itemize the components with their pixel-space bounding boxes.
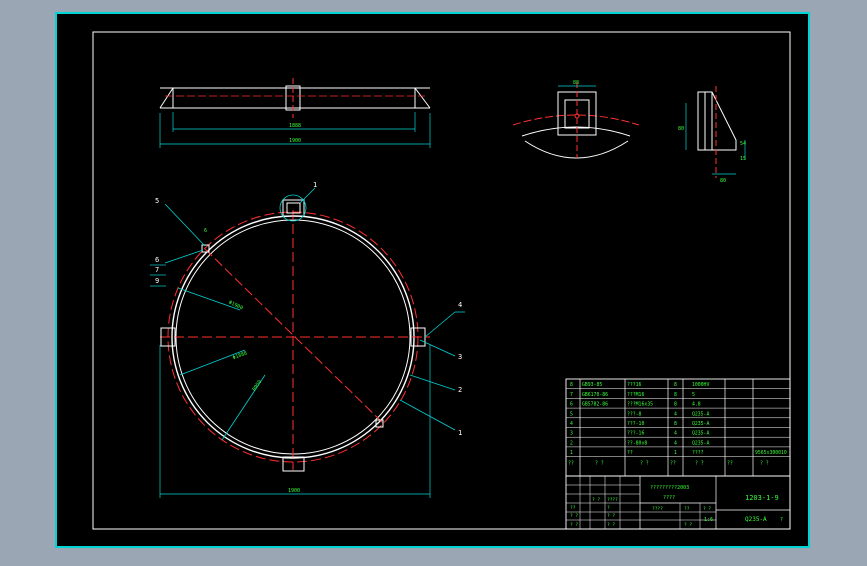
bom-cell-name: ???-10 [627,421,644,427]
bom-cell-no: 4 [570,421,573,427]
bom-header-material: ? ? [695,460,704,466]
title-cell-2: ?? [684,506,690,512]
callout-1: 1 [458,429,462,437]
callout-2: 2 [458,386,462,394]
bom-header-no: ?? [568,460,574,466]
title-cell-10: ? ? [570,522,578,528]
bom-cell-name: ???M16 [627,392,644,398]
callout-4: 4 [458,301,462,309]
title-cell-7: ? [607,505,610,511]
bom-cell-material: ???? [692,450,704,456]
bom-cell-material: 4.8 [692,402,701,408]
dim-diag: 6 [204,228,207,234]
bom-cell-name: ???-8 [627,411,642,417]
title-cell-4: ? ? [592,497,600,503]
dim-inner: 1888 [289,123,301,129]
bom-cell-name: ?? [627,450,633,456]
callout-1-top: 1 [313,181,317,189]
title-sheet: ? [780,517,783,523]
bom-header-qty: ?? [670,460,676,466]
title-cell-6: ?? [570,505,576,511]
bom-cell-qty: 4 [674,431,677,437]
title-cell-1: ???? [652,506,663,512]
bom-cell-no: 7 [570,392,573,398]
bom-cell-material: Q235-A [692,431,709,437]
bom-cell-no: 2 [570,440,573,446]
title-scale: 1:6 [704,517,713,523]
bom-cell-name: ??-80x8 [627,440,647,446]
bom-cell-name: ???M16x35 [627,402,653,408]
bom-cell-code: GB5782-86 [582,402,608,408]
bom-cell-no: 3 [570,431,573,437]
bom-cell-qty: 4 [674,440,677,446]
title-cell-8: ? ? [570,513,578,519]
cad-drawing: 1888 1900 88 80 54 15 80 1 1 2 3 4 5 6 7… [55,12,810,548]
bom-cell-no: 6 [570,402,573,408]
bom-cell-no: 8 [570,382,573,388]
bom-cell-qty: 8 [674,392,677,398]
detail-b-dim-r2: 15 [740,156,746,162]
callout-7: 7 [155,266,159,274]
bom-cell-material: Q235-A [692,421,709,427]
detail-b-dim-left: 80 [678,126,684,132]
viewer-background: 1888 1900 88 80 54 15 80 1 1 2 3 4 5 6 7… [0,0,867,562]
title-cell-11: ? ? [607,522,615,528]
bom-cell-qty: 8 [674,382,677,388]
callout-6: 6 [155,256,159,264]
title-project: ???? [663,495,675,501]
title-cell-12: ? ? [684,522,692,528]
bom-cell-no: 5 [570,411,573,417]
title-cell-5: ???? [607,497,618,503]
callout-5: 5 [155,197,159,205]
title-company: ?????????2003 [650,485,689,491]
detail-b-dim-r1: 54 [740,141,746,147]
callout-9: 9 [155,277,159,285]
bom-cell-no: 1 [570,450,573,456]
bom-header-code: ? ? [595,460,604,466]
callout-3: 3 [458,353,462,361]
bom-header-name: ? ? [640,460,649,466]
bom-cell-code: GB6170-86 [582,392,608,398]
bom-cell-name: ???16 [627,382,642,388]
title-cell-9: ? ? [607,513,615,519]
bom-cell-name: ???-16 [627,431,644,437]
bom-header-weight: ?? [727,460,733,466]
bom-header-note: ? ? [760,460,769,466]
sheet-border [55,12,810,548]
dim-bottom: 1900 [288,488,300,494]
title-material: Q235-A [745,516,767,523]
bom-cell-qty: 8 [674,402,677,408]
bom-cell-material: Q235-A [692,411,709,417]
detail-b-dim-bottom: 80 [720,178,726,184]
bom-cell-code: GB93-85 [582,382,602,388]
bom-cell-note: 9565x300010 [755,450,787,456]
title-cell-3: ? ? [703,506,711,512]
bom-cell-material: Q235-A [692,440,709,446]
bom-cell-qty: 1 [674,450,677,456]
bom-cell-qty: 8 [674,421,677,427]
bom-cell-qty: 4 [674,411,677,417]
bom-cell-material: 1000HV [692,382,709,388]
title-drawing-no: 1203-1-9 [745,494,779,502]
detail-a-dim: 88 [573,80,579,86]
bom-cell-material: 5 [692,392,695,398]
dim-outer: 1900 [289,138,301,144]
